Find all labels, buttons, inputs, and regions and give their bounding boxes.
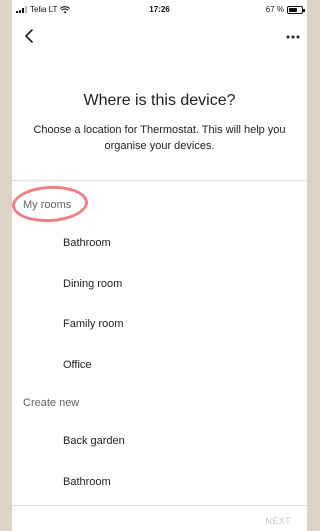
page-subtitle: Choose a location for Thermostat. This w… — [33, 124, 286, 152]
status-time: 17:26 — [149, 5, 170, 14]
battery-level-fill — [289, 7, 297, 12]
room-item-office[interactable]: Office — [63, 359, 92, 371]
chevron-left-icon — [25, 29, 33, 43]
header-divider — [12, 180, 307, 181]
new-room-item-bathroom[interactable]: Bathroom — [63, 476, 111, 488]
section-header-create-new: Create new — [23, 397, 80, 409]
footer-divider — [12, 505, 307, 506]
room-item-dining-room[interactable]: Dining room — [63, 278, 122, 290]
more-options-button[interactable] — [285, 30, 301, 42]
battery-icon — [287, 5, 305, 14]
status-right: 67 % — [265, 5, 305, 14]
more-horizontal-icon — [286, 35, 300, 39]
new-room-item-back-garden[interactable]: Back garden — [63, 435, 125, 447]
highlight-annotation — [12, 184, 89, 224]
page-title: Where is this device? — [83, 92, 236, 109]
next-button[interactable]: NEXT — [265, 516, 291, 526]
back-button[interactable] — [20, 26, 38, 46]
room-item-bathroom[interactable]: Bathroom — [63, 237, 111, 249]
phone-screen: Telia LT 17:26 67 % Where is this device… — [12, 0, 307, 531]
battery-percent: 67 % — [265, 5, 284, 14]
status-bar: Telia LT 17:26 67 % — [12, 0, 307, 20]
room-item-family-room[interactable]: Family room — [63, 318, 124, 330]
